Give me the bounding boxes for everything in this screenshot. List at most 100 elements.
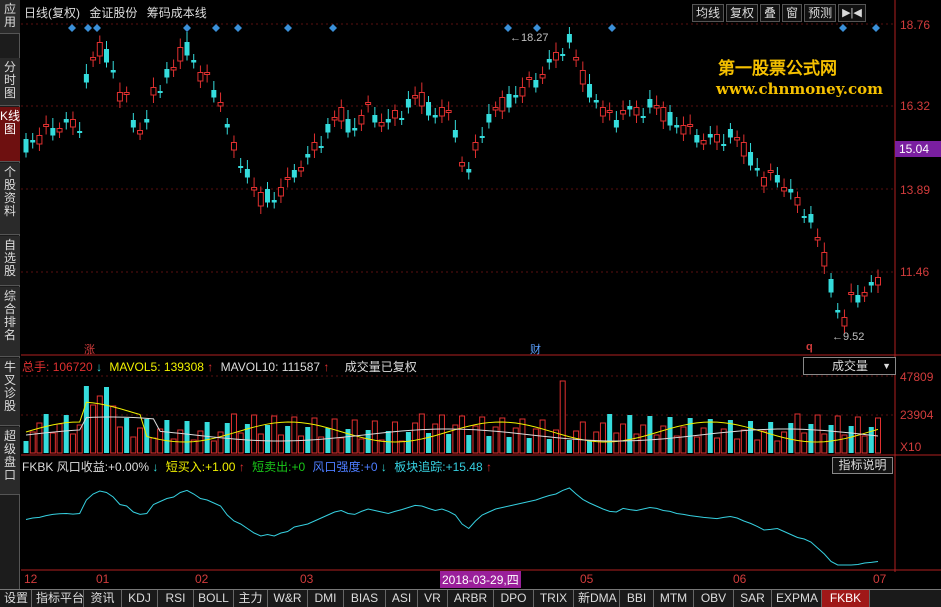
volume-bar (331, 418, 338, 454)
tab-bbi[interactable]: BBI (620, 590, 654, 607)
indicator-help-button[interactable]: 指标说明 (832, 457, 893, 474)
tab-新dma[interactable]: 新DMA (574, 590, 620, 607)
volume-bar (371, 420, 378, 454)
tab-vr[interactable]: VR (418, 590, 448, 607)
volume-bar (627, 415, 633, 453)
chart-toolbar: 均线 复权 叠 窗 预测 ▶|◀ (690, 3, 866, 23)
month-label: 03 (300, 572, 314, 586)
ma-button[interactable]: 均线 (692, 4, 725, 22)
signal-diamond-icon (68, 24, 76, 32)
candle-body (721, 144, 727, 146)
volume-bar (848, 426, 854, 453)
tab-arbr[interactable]: ARBR (448, 590, 494, 607)
candle-body (801, 216, 807, 218)
candle-body (77, 131, 83, 133)
indicator-lines (25, 487, 879, 566)
tab-expma[interactable]: EXPMA (772, 590, 822, 607)
candle-body (432, 115, 438, 118)
adjust-button[interactable]: 复权 (726, 4, 759, 22)
signal-diamond-icon (839, 24, 847, 32)
candle-body (83, 74, 89, 83)
volume-bar (345, 429, 351, 453)
volume-bar (653, 434, 660, 454)
total-volume-label: 总手: (22, 360, 50, 374)
candle-body (331, 117, 338, 121)
volume-bar (83, 386, 89, 453)
candle-body (727, 129, 733, 138)
tab-w&r[interactable]: W&R (268, 590, 308, 607)
candle-body (157, 91, 163, 93)
candle-body (251, 187, 258, 191)
tab-dmi[interactable]: DMI (308, 590, 344, 607)
signal-diamond-icon (504, 24, 512, 32)
mavol10-value: 111587 (281, 360, 321, 374)
up-arrow-icon: ↑ (486, 460, 492, 474)
indicator-name[interactable]: 筹码成本线 (147, 6, 207, 20)
volume-bar (774, 440, 781, 454)
candle-body (506, 94, 512, 108)
chevron-down-icon: ▼ (882, 361, 891, 371)
volume-bar (748, 421, 754, 453)
tab-trix[interactable]: TRIX (534, 590, 574, 607)
q-marker[interactable]: q (806, 341, 813, 353)
candle-body (63, 119, 69, 123)
candle-body (754, 168, 760, 171)
candle-body (345, 119, 351, 133)
indicator-name-label: FKBK (22, 460, 54, 474)
forecast-button[interactable]: 预测 (804, 4, 837, 22)
volume-bar (559, 380, 566, 454)
tab-dpo[interactable]: DPO (494, 590, 534, 607)
tab-fkbk[interactable]: FKBK (822, 590, 870, 607)
tab-sar[interactable]: SAR (734, 590, 772, 607)
candle-body (23, 139, 29, 153)
candle-body (230, 142, 237, 151)
tab-资讯[interactable]: 资讯 (84, 590, 122, 607)
price-label: 11.46 (900, 265, 930, 279)
candle-body (191, 60, 197, 63)
tab-主力[interactable]: 主力 (234, 590, 268, 607)
volume-bar (499, 417, 506, 454)
up-arrow-icon: ↑ (207, 360, 214, 374)
tab-bias[interactable]: BIAS (344, 590, 386, 607)
candle-body (546, 59, 552, 63)
overlay-button[interactable]: 叠 (760, 4, 781, 22)
period-label[interactable]: 日线(复权) (24, 6, 80, 20)
volume-bar (599, 422, 606, 454)
limit-up-marker[interactable]: 涨 (84, 341, 95, 357)
volume-bar (184, 421, 190, 453)
tab-指标平台[interactable]: 指标平台 (32, 590, 84, 607)
tab-rsi[interactable]: RSI (158, 590, 194, 607)
volume-bar (834, 415, 841, 454)
volume-bar (446, 434, 452, 453)
volume-dropdown-value: 成交量 (832, 359, 869, 373)
candle-body (848, 292, 855, 295)
candle-body (627, 106, 633, 110)
volume-bar (378, 439, 385, 454)
candle-body (90, 57, 97, 61)
tab-boll[interactable]: BOLL (194, 590, 234, 607)
volume-bar (130, 436, 137, 454)
volume-bar (861, 435, 868, 454)
indicator-item-label: 风口强度: (312, 460, 364, 474)
volume-bars (23, 380, 881, 454)
tab-kdj[interactable]: KDJ (122, 590, 158, 607)
candle-body (855, 295, 861, 303)
volume-dropdown[interactable]: 成交量 ▼ (803, 357, 896, 375)
price-label: 16.32 (900, 99, 931, 113)
tab-设置[interactable]: 设置 (0, 590, 32, 607)
tab-mtm[interactable]: MTM (654, 590, 694, 607)
finance-marker[interactable]: 财 (530, 341, 541, 357)
volume-axis-label: 23904 (900, 408, 934, 422)
candle-body (788, 189, 794, 193)
window-button[interactable]: 窗 (782, 4, 803, 22)
signal-diamond-icon (608, 24, 616, 32)
price-label: 13.89 (900, 183, 931, 197)
tab-obv[interactable]: OBV (694, 590, 734, 607)
signal-diamond-icon (329, 24, 337, 32)
volume-bar (405, 432, 411, 453)
volume-bar (693, 436, 700, 454)
tab-asi[interactable]: ASI (386, 590, 418, 607)
candle-body (459, 162, 466, 167)
cursor-date-label: 2018-03-29,四 (440, 571, 521, 588)
nav-arrows-icon[interactable]: ▶|◀ (838, 4, 866, 22)
